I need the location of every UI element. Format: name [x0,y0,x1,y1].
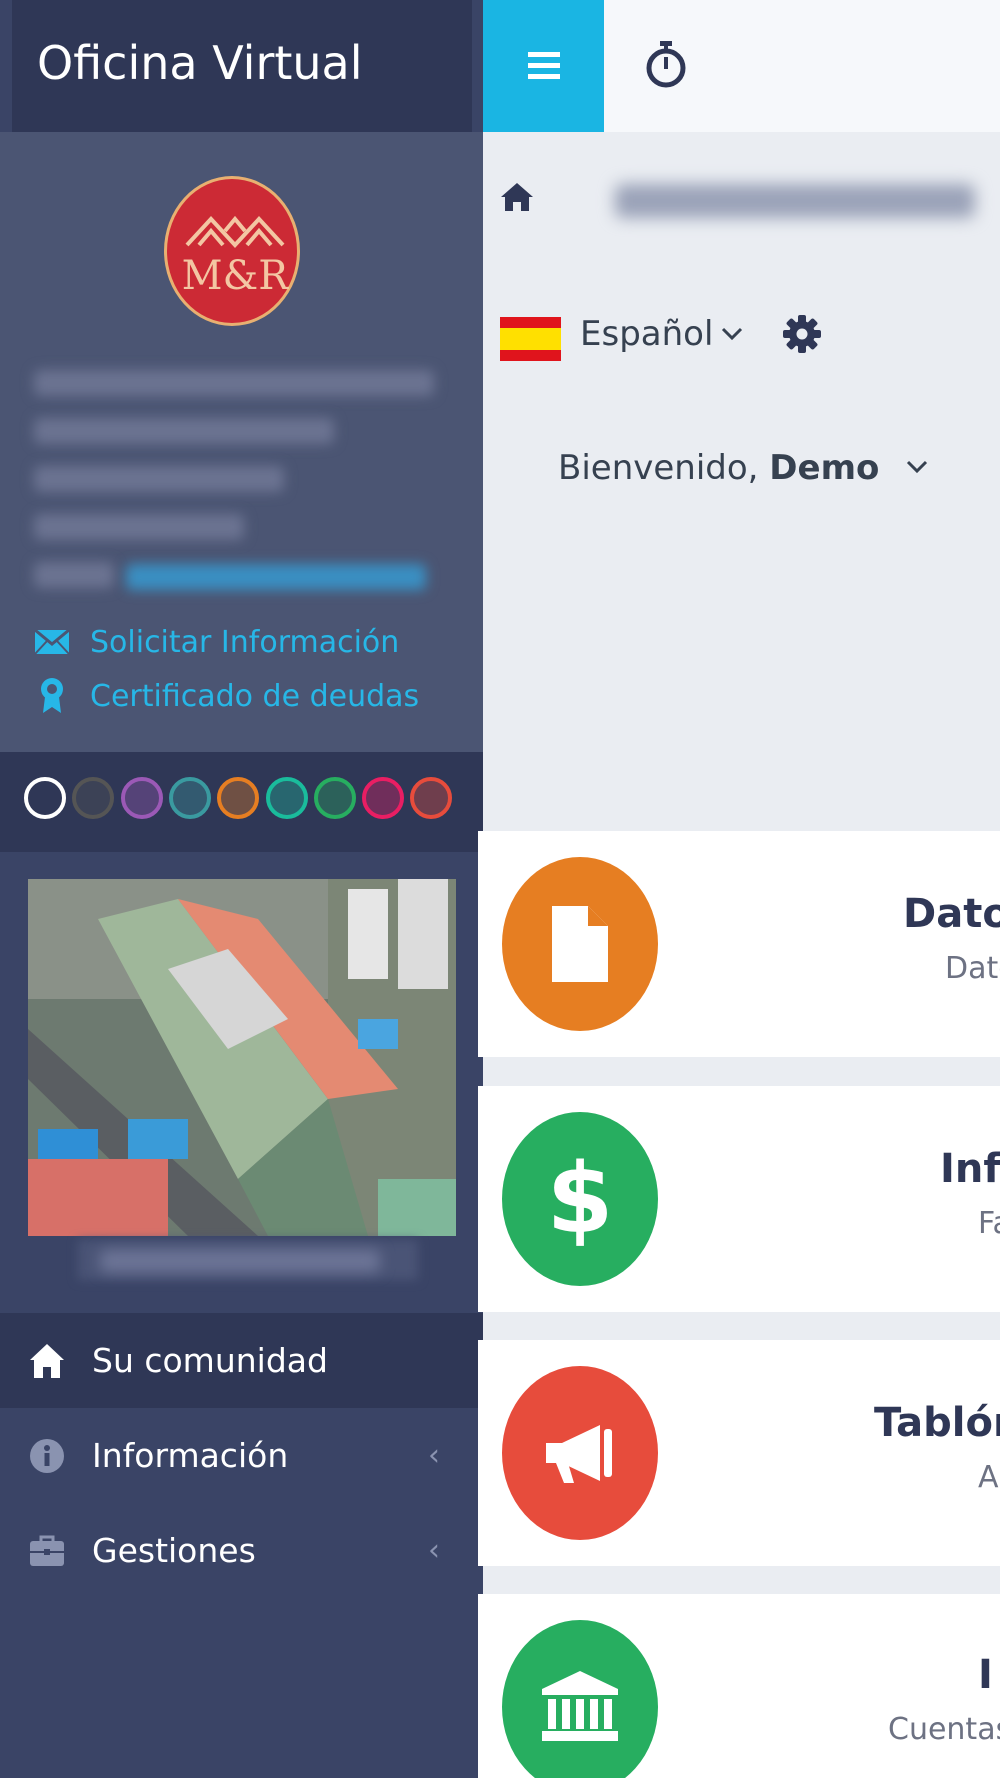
info-icon [28,1437,66,1475]
nav-item-gestiones[interactable]: Gestiones ‹ [0,1503,483,1598]
welcome-prefix: Bienvenido, [558,448,759,488]
card-info[interactable]: $ Info Fa [478,1086,1000,1312]
card-subtitle: A [978,1460,999,1495]
email-label-blurred [34,562,114,588]
theme-swatch[interactable] [168,777,211,819]
bank-icon [542,1671,618,1741]
breadcrumb-home-icon[interactable] [500,182,534,214]
spain-flag-icon [500,317,561,361]
card-subtitle: Dato [945,951,1000,986]
community-building-photo [28,879,456,1236]
chevron-left-icon: ‹ [428,1438,440,1473]
theme-swatch[interactable] [72,777,115,819]
building-caption-text-blurred [100,1250,380,1272]
nav-label: Información [92,1436,289,1475]
card-title: Datos [903,891,1000,937]
dollar-icon: $ [546,1143,614,1255]
community-logo: M&R [164,176,300,326]
card-subtitle: Fa [978,1206,1000,1241]
chevron-down-icon [722,327,743,341]
theme-swatch[interactable] [24,777,66,819]
theme-swatch[interactable] [265,777,308,819]
menu-toggle-button[interactable] [483,0,604,132]
svg-text:M&R: M&R [182,253,289,299]
app-title: Oficina Virtual [37,36,363,90]
gear-icon[interactable] [782,314,822,354]
request-info-label: Solicitar Información [90,624,400,660]
welcome-user: Demo [769,448,880,488]
theme-swatch[interactable] [410,777,453,819]
card-tablon[interactable]: Tablón A [478,1340,1000,1566]
card-icon-circle: $ [502,1112,658,1286]
megaphone-icon [546,1425,612,1483]
card-title: Tablón [874,1400,1000,1446]
language-selector[interactable]: Español [580,314,743,354]
chevron-down-icon[interactable] [902,452,932,482]
theme-swatch[interactable] [362,777,405,819]
card-title: I [978,1652,993,1698]
card-icon-circle [502,1366,658,1540]
theme-color-picker [0,752,483,852]
nav-item-informacion[interactable]: Información ‹ [0,1408,483,1503]
card-title: Info [940,1146,1000,1192]
theme-swatch[interactable] [120,777,163,819]
debt-certificate-label: Certificado de deudas [90,678,420,714]
phone-line-blurred [34,514,244,540]
language-label: Español [580,314,714,354]
card-cuentas[interactable]: I Cuentas [478,1594,1000,1778]
card-icon-circle [502,1620,658,1778]
certificate-icon [34,678,70,714]
user-welcome-menu[interactable]: Bienvenido, Demo [558,448,879,488]
nav-label: Gestiones [92,1531,256,1570]
briefcase-icon [28,1532,66,1570]
theme-swatch[interactable] [217,777,260,819]
address-line-blurred [34,418,334,444]
stopwatch-icon[interactable] [644,40,688,88]
card-datos[interactable]: Datos Dato [478,831,1000,1057]
hamburger-icon [527,52,560,79]
card-subtitle: Cuentas [888,1712,1000,1747]
nav-label: Su comunidad [92,1341,328,1380]
breadcrumb-blurred [615,184,975,218]
brand-header: Oficina Virtual [12,0,472,132]
debt-certificate-link[interactable]: Certificado de deudas [34,678,419,714]
email-link-blurred[interactable] [126,564,426,590]
address-line-blurred [34,466,284,492]
card-icon-circle [502,857,658,1031]
address-line-blurred [34,370,434,396]
theme-swatch[interactable] [313,777,356,819]
chevron-left-icon: ‹ [428,1533,440,1568]
envelope-icon [34,624,70,660]
request-info-link[interactable]: Solicitar Información [34,624,399,660]
home-icon [28,1342,66,1380]
nav-item-su-comunidad[interactable]: Su comunidad [0,1313,483,1408]
file-icon [552,906,608,982]
